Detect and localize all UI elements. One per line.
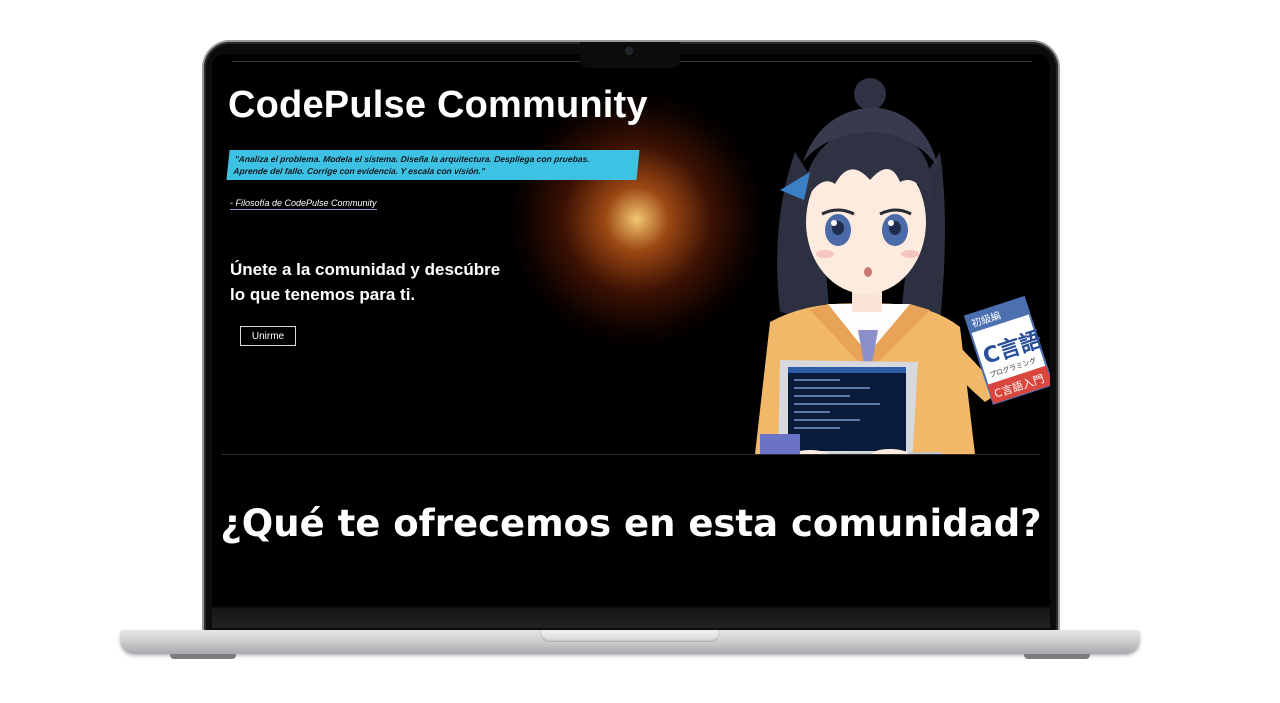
page-title: CodePulse Community xyxy=(228,84,648,126)
cta-line-1: Únete a la comunidad y descúbre xyxy=(230,260,501,279)
offer-section-heading: ¿Qué te ofrecemos en esta comunidad? xyxy=(220,502,1042,545)
laptop-foot-right xyxy=(1024,654,1090,659)
mascot-illustration: 初級編 C言語 プログラミング C言語入門 xyxy=(755,78,1050,454)
section-divider xyxy=(222,454,1040,455)
laptop-foot-left xyxy=(170,654,236,659)
laptop-screen: CodePulse Community "Analiza el problema… xyxy=(212,54,1050,606)
laptop-lid: CodePulse Community "Analiza el problema… xyxy=(204,42,1058,634)
quote-line-2: Aprende del fallo. Corrige con evidencia… xyxy=(232,166,486,176)
philosophy-quote: "Analiza el problema. Modela el sistema.… xyxy=(226,150,640,180)
base-opening-notch xyxy=(540,630,720,642)
camera-icon xyxy=(626,48,632,54)
cta-line-2: lo que tenemos para ti. xyxy=(230,285,416,304)
quote-attribution-link[interactable]: - Filosofía de CodePulse Community xyxy=(230,198,377,210)
camera-notch xyxy=(580,42,680,68)
laptop-base xyxy=(120,630,1140,654)
cta-text: Únete a la comunidad y descúbre lo que t… xyxy=(230,257,500,307)
join-button[interactable]: Unirme xyxy=(240,326,296,346)
quote-line-1: "Analiza el problema. Modela el sistema.… xyxy=(234,154,591,164)
laptop-chin xyxy=(212,608,1050,628)
